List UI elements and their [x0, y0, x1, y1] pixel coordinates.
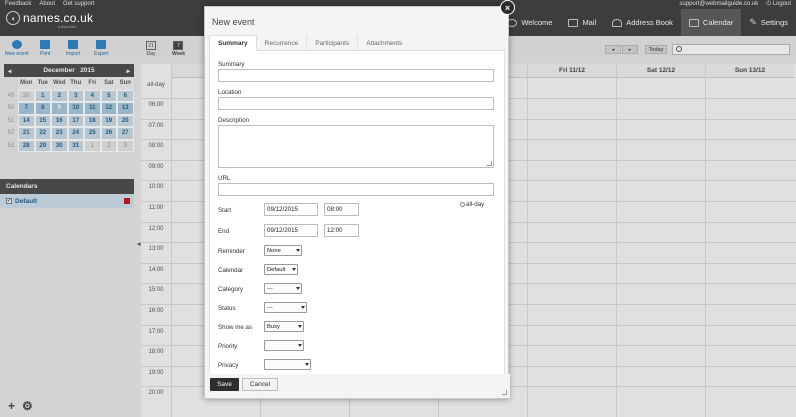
status-label: Status [218, 305, 236, 312]
chevron-down-icon [292, 268, 296, 271]
category-select[interactable]: --- [264, 283, 302, 294]
new-event-dialog: New event × Summary Recurrence Participa… [204, 0, 515, 399]
contacts-icon [612, 18, 623, 27]
show-me-as-value: Busy [267, 323, 280, 330]
end-date-field[interactable]: 09/12/2015 [264, 224, 318, 237]
logo-subtext: a team.blue [58, 25, 77, 29]
privacy-label: Privacy [218, 362, 239, 369]
priority-label: Priority [218, 343, 238, 350]
show-me-as-label: Show me as [218, 324, 253, 331]
logout-label: Logout [772, 1, 791, 7]
nav-address-book-label: Address Book [626, 18, 673, 27]
save-button[interactable]: Save [210, 378, 239, 391]
nav-settings-label: Settings [760, 18, 788, 27]
nav-calendar-label: Calendar [702, 18, 734, 27]
privacy-select[interactable] [264, 359, 311, 370]
main-nav: Welcome Mail Address Book Calendar ✎ Sett… [499, 9, 796, 36]
dialog-title: New event [212, 17, 255, 27]
start-time-field[interactable]: 08:00 [324, 203, 359, 216]
description-label: Description [218, 117, 249, 124]
calendar-label: Calendar [218, 267, 244, 274]
user-email: support@webmailguide.co.uk [679, 1, 759, 7]
priority-select[interactable] [264, 340, 304, 351]
about-link[interactable]: About [39, 1, 55, 7]
chevron-down-icon [298, 325, 302, 328]
dialog-tabs: Summary Recurrence Participants Attachme… [209, 35, 505, 51]
category-label: Category [218, 286, 244, 293]
logout-link[interactable]: ⏻ Logout [766, 1, 791, 8]
calendar-icon [688, 18, 699, 27]
all-day-checkbox-box[interactable] [460, 202, 465, 207]
location-label: Location [218, 89, 242, 96]
description-field[interactable] [218, 125, 494, 168]
calendar-select[interactable]: Default [264, 264, 298, 275]
logo-icon: ◖ [6, 11, 20, 25]
nav-mail-label: Mail [582, 18, 597, 27]
nav-calendar[interactable]: Calendar [680, 9, 742, 36]
reminder-select[interactable]: None [264, 245, 302, 256]
status-select[interactable]: --- [264, 302, 307, 313]
nav-welcome-label: Welcome [521, 18, 553, 27]
chevron-down-icon [301, 306, 305, 309]
calendar-value: Default [267, 266, 286, 273]
event-form: Summary Location Description URL Start 0… [209, 51, 505, 375]
dialog-footer: Save Cancel [205, 374, 510, 398]
nav-mail[interactable]: Mail [560, 9, 604, 36]
dialog-resize-icon[interactable] [502, 390, 507, 395]
reminder-value: None [267, 247, 281, 254]
resize-handle-icon[interactable] [487, 161, 492, 166]
logo-text: names.co.uk [23, 11, 94, 25]
close-icon: × [504, 2, 511, 13]
tab-recurrence[interactable]: Recurrence [257, 35, 308, 51]
all-day-checkbox-label: all-day [466, 201, 485, 208]
category-value: --- [267, 285, 273, 292]
status-value: --- [267, 304, 273, 311]
top-links: Feedback About Get support [5, 1, 94, 7]
chevron-down-icon [305, 363, 309, 366]
start-date-field[interactable]: 09/12/2015 [264, 203, 318, 216]
close-button[interactable]: × [500, 0, 515, 15]
chevron-down-icon [296, 249, 300, 252]
mail-icon [568, 18, 579, 27]
end-time-field[interactable]: 12:00 [324, 224, 359, 237]
location-field[interactable] [218, 97, 494, 110]
end-label: End [218, 228, 230, 235]
tab-attachments[interactable]: Attachments [358, 35, 410, 51]
get-support-link[interactable]: Get support [63, 1, 94, 7]
nav-address-book[interactable]: Address Book [604, 9, 681, 36]
summary-field[interactable] [218, 69, 494, 82]
user-links: support@webmailguide.co.uk ⏻ Logout [679, 1, 791, 8]
chevron-down-icon [296, 287, 300, 290]
chevron-down-icon [298, 344, 302, 347]
tab-participants[interactable]: Participants [307, 35, 359, 51]
start-label: Start [218, 207, 232, 214]
feedback-link[interactable]: Feedback [5, 1, 31, 7]
tab-summary[interactable]: Summary [209, 35, 257, 51]
reminder-label: Reminder [218, 248, 245, 255]
all-day-checkbox[interactable]: all-day [460, 201, 484, 208]
logo[interactable]: ◖ names.co.uk [6, 11, 93, 25]
cancel-button[interactable]: Cancel [242, 378, 278, 391]
url-label: URL [218, 175, 231, 182]
nav-settings[interactable]: ✎ Settings [741, 9, 796, 36]
summary-label: Summary [218, 61, 245, 68]
show-me-as-select[interactable]: Busy [264, 321, 304, 332]
wrench-icon: ✎ [749, 17, 757, 27]
url-field[interactable] [218, 183, 494, 196]
